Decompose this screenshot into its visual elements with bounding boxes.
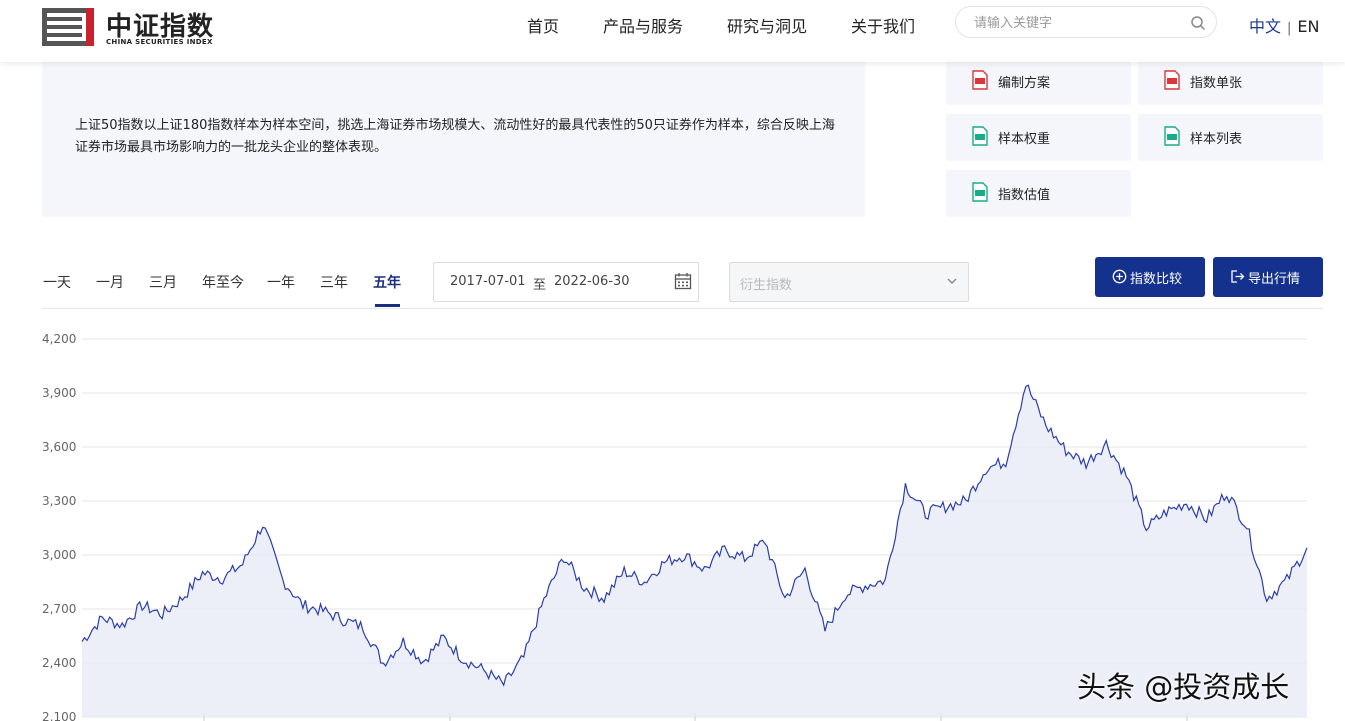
derivative-index-placeholder: 衍生指数 — [740, 278, 793, 293]
derivative-index-select[interactable]: 衍生指数 — [729, 262, 969, 302]
xls-icon — [972, 126, 988, 146]
export-quotes-label: 导出行情 — [1248, 272, 1301, 287]
date-range-picker[interactable]: 2017-07-01 至 2022-06-30 — [433, 262, 699, 302]
pdf-icon — [972, 70, 988, 90]
y-tick-label: 3,600 — [42, 440, 76, 454]
y-tick-label: 3,000 — [42, 548, 76, 562]
top-navigation-bar: 中证指数 CHINA SECURITIES INDEX 首页 产品与服务 研究与… — [0, 0, 1345, 62]
logo-english-text: CHINA SECURITIES INDEX — [106, 38, 213, 46]
doc-constituent-weights-label: 样本权重 — [998, 132, 1051, 147]
search-icon[interactable] — [1190, 15, 1206, 31]
date-range-separator: 至 — [533, 278, 547, 293]
doc-factsheet-button[interactable]: 指数单张 — [1138, 58, 1323, 105]
export-quotes-button[interactable]: 导出行情 — [1213, 257, 1323, 297]
date-end[interactable]: 2022-06-30 — [554, 274, 630, 289]
pdf-icon — [1164, 70, 1180, 90]
tab-ytd[interactable]: 年至今 — [202, 272, 244, 292]
nav-products-services[interactable]: 产品与服务 — [603, 13, 683, 37]
index-compare-button[interactable]: 指数比较 — [1095, 257, 1205, 297]
tab-3-years[interactable]: 三年 — [320, 272, 348, 292]
tab-5-years[interactable]: 五年 — [373, 272, 401, 292]
search-box — [955, 6, 1217, 38]
lang-separator: | — [1287, 21, 1292, 36]
tab-1-year[interactable]: 一年 — [267, 272, 295, 292]
tab-1-month[interactable]: 一月 — [96, 272, 124, 292]
export-icon — [1231, 270, 1245, 283]
index-description-text: 上证50指数以上证180指数样本为样本空间，挑选上海证券市场规模大、流动性好的最… — [75, 118, 835, 155]
lang-chinese-link[interactable]: 中文 — [1249, 17, 1281, 36]
xls-icon — [972, 182, 988, 202]
index-compare-label: 指数比较 — [1130, 272, 1183, 287]
language-switch: 中文 | EN — [1249, 13, 1319, 37]
y-tick-label: 2,700 — [42, 602, 76, 616]
index-price-chart[interactable]: 4,200 3,900 3,600 3,300 3,000 2,700 2,400 2,100 — [0, 315, 1345, 721]
y-tick-label: 3,300 — [42, 494, 76, 508]
doc-methodology-button[interactable]: 编制方案 — [946, 58, 1131, 105]
doc-factsheet-label: 指数单张 — [1190, 76, 1243, 91]
doc-valuation-button[interactable]: 指数估值 — [946, 170, 1131, 217]
tab-1-day[interactable]: 一天 — [43, 272, 71, 292]
plus-circle-icon — [1112, 269, 1127, 284]
y-tick-label: 2,400 — [42, 656, 76, 670]
csi-logo[interactable]: 中证指数 CHINA SECURITIES INDEX — [42, 2, 242, 46]
csi-logo-mark-icon — [42, 8, 94, 46]
calendar-icon[interactable] — [674, 272, 692, 290]
date-start[interactable]: 2017-07-01 — [450, 274, 526, 289]
watermark-text: 头条 @投资成长 — [1077, 670, 1290, 704]
nav-home[interactable]: 首页 — [527, 13, 559, 37]
y-tick-label: 3,900 — [42, 386, 76, 400]
tab-3-months[interactable]: 三月 — [149, 272, 177, 292]
chevron-down-icon — [947, 278, 957, 284]
active-tab-indicator — [375, 304, 400, 307]
lang-english-link[interactable]: EN — [1297, 17, 1319, 36]
nav-research-insights[interactable]: 研究与洞见 — [727, 13, 807, 37]
doc-valuation-label: 指数估值 — [998, 188, 1051, 203]
y-tick-label: 4,200 — [42, 332, 76, 346]
search-input[interactable] — [974, 13, 1184, 33]
xls-icon — [1164, 126, 1180, 146]
doc-constituent-list-label: 样本列表 — [1190, 132, 1243, 147]
index-description-panel: 上证50指数以上证180指数样本为样本空间，挑选上海证券市场规模大、流动性好的最… — [42, 58, 865, 217]
doc-methodology-label: 编制方案 — [998, 76, 1051, 91]
doc-constituent-list-button[interactable]: 样本列表 — [1138, 114, 1323, 161]
doc-constituent-weights-button[interactable]: 样本权重 — [946, 114, 1131, 161]
y-tick-label: 2,100 — [42, 710, 76, 721]
nav-about-us[interactable]: 关于我们 — [851, 13, 915, 37]
toolbar-divider — [42, 308, 1323, 309]
